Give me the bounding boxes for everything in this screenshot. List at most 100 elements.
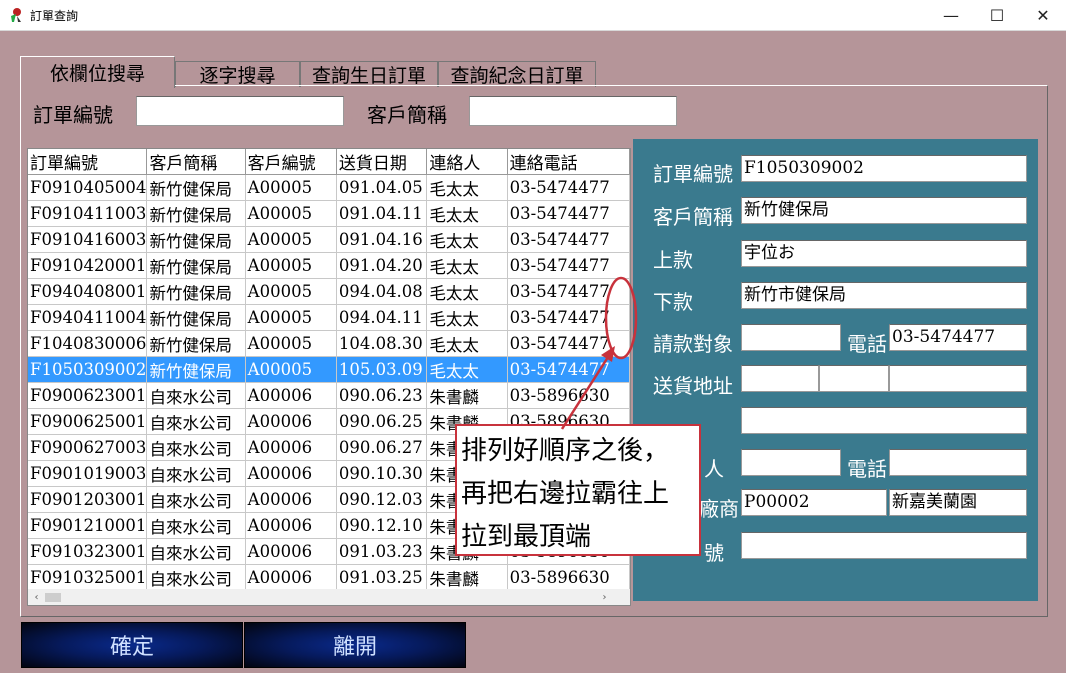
table-cell: 自來水公司 bbox=[146, 564, 246, 591]
table-row[interactable]: F1050309002 新竹健保局 A00005 105.03.09 毛太太 03-547… bbox=[28, 356, 630, 383]
table-cell: 毛太太 bbox=[426, 330, 508, 357]
grid-column-header[interactable]: 送貨日期 bbox=[336, 149, 428, 175]
table-cell: 090.10.30 bbox=[336, 460, 428, 487]
scroll-right-icon[interactable]: › bbox=[596, 589, 613, 605]
detail-upper-label: 上款 bbox=[653, 248, 693, 272]
maximize-button[interactable]: ☐ bbox=[974, 0, 1020, 31]
table-cell: 094.04.11 bbox=[336, 304, 428, 331]
table-cell: 091.04.05 bbox=[336, 174, 428, 201]
close-button[interactable]: ✕ bbox=[1020, 0, 1066, 31]
confirm-button[interactable]: 確定 bbox=[21, 622, 243, 668]
table-cell: 新竹健保局 bbox=[146, 278, 246, 305]
detail-upper-field[interactable]: 宇位お bbox=[741, 240, 1027, 267]
grid-column-header[interactable]: 訂單編號 bbox=[28, 149, 148, 175]
table-cell: A00005 bbox=[245, 304, 337, 331]
app-icon bbox=[11, 8, 21, 22]
table-cell: F0910325001 bbox=[28, 564, 148, 591]
detail-billing-field[interactable] bbox=[741, 324, 841, 351]
detail-lower-field[interactable]: 新竹市健保局 bbox=[741, 282, 1027, 309]
order-no-label: 訂單編號 bbox=[33, 103, 113, 127]
detail-number-field[interactable] bbox=[741, 532, 1027, 559]
detail-phone2-field[interactable] bbox=[889, 449, 1027, 476]
table-row[interactable]: F0910405004 新竹健保局 A00005 091.04.05 毛太太 03-547… bbox=[28, 174, 630, 201]
detail-address-field-2[interactable] bbox=[819, 365, 889, 392]
table-row[interactable]: F0910325001 自來水公司 A00006 091.03.25 朱書麟 03-589… bbox=[28, 564, 630, 591]
table-cell: 090.06.25 bbox=[336, 408, 428, 435]
table-cell: F1050309002 bbox=[28, 356, 148, 383]
table-cell: 091.04.16 bbox=[336, 226, 428, 253]
table-row[interactable]: F0900623001 自來水公司 A00006 090.06.23 朱書麟 03-589… bbox=[28, 382, 630, 409]
table-row[interactable]: F0940408001 新竹健保局 A00005 094.04.08 毛太太 03-547… bbox=[28, 278, 630, 305]
grid-column-header[interactable]: 客戶編號 bbox=[245, 149, 337, 175]
detail-vendor-code-field[interactable]: P00002 bbox=[741, 489, 887, 516]
detail-order-no-field[interactable]: F1050309002 bbox=[741, 155, 1027, 182]
detail-phone2-label: 電話 bbox=[847, 457, 887, 481]
table-row[interactable]: F0910411003 新竹健保局 A00005 091.04.11 毛太太 03-547… bbox=[28, 200, 630, 227]
minimize-icon: — bbox=[943, 6, 959, 25]
detail-vendor-name-field[interactable]: 新嘉美蘭園 bbox=[889, 489, 1027, 516]
order-no-search-input[interactable] bbox=[136, 96, 344, 126]
table-cell: A00006 bbox=[245, 434, 337, 461]
table-cell: 新竹健保局 bbox=[146, 226, 246, 253]
table-cell: 090.06.23 bbox=[336, 382, 428, 409]
tab-field-search[interactable]: 依欄位搜尋 bbox=[20, 56, 175, 88]
table-cell: 自來水公司 bbox=[146, 486, 246, 513]
horizontal-scrollbar-thumb[interactable] bbox=[45, 593, 61, 602]
detail-order-no-label: 訂單編號 bbox=[653, 162, 733, 186]
title-bar: 訂單查詢 — ☐ ✕ bbox=[0, 0, 1066, 31]
table-cell: 毛太太 bbox=[426, 174, 508, 201]
detail-contact-field[interactable] bbox=[741, 449, 841, 476]
table-cell: 03-5474477 bbox=[507, 174, 630, 201]
detail-customer-field[interactable]: 新竹健保局 bbox=[741, 197, 1027, 224]
table-cell: 毛太太 bbox=[426, 304, 508, 331]
table-row[interactable]: F1040830006 新竹健保局 A00005 104.08.30 毛太太 03-547… bbox=[28, 330, 630, 357]
grid-column-header[interactable]: 連絡人 bbox=[426, 149, 508, 175]
table-cell: 毛太太 bbox=[426, 252, 508, 279]
table-row[interactable]: F0910420001 新竹健保局 A00005 091.04.20 毛太太 03-547… bbox=[28, 252, 630, 279]
table-cell: 自來水公司 bbox=[146, 538, 246, 565]
grid-column-header[interactable]: 連絡電話 bbox=[507, 149, 630, 175]
detail-lower-label: 下款 bbox=[653, 290, 693, 314]
detail-customer-label: 客戶簡稱 bbox=[653, 205, 733, 229]
table-cell: 03-5474477 bbox=[507, 304, 630, 331]
table-cell: A00006 bbox=[245, 564, 337, 591]
table-cell: 毛太太 bbox=[426, 200, 508, 227]
detail-address-field-1[interactable] bbox=[741, 365, 819, 392]
table-cell: 090.12.10 bbox=[336, 512, 428, 539]
tab-text-search[interactable]: 逐字搜尋 bbox=[175, 61, 300, 87]
table-cell: F0910420001 bbox=[28, 252, 148, 279]
table-cell: F0910416003 bbox=[28, 226, 148, 253]
tab-birthday-orders[interactable]: 查詢生日訂單 bbox=[300, 61, 438, 87]
table-row[interactable]: F0940411004 新竹健保局 A00005 094.04.11 毛太太 03-547… bbox=[28, 304, 630, 331]
grid-column-header[interactable]: 客戶簡稱 bbox=[146, 149, 246, 175]
table-cell: 03-5474477 bbox=[507, 200, 630, 227]
customer-search-input[interactable] bbox=[469, 96, 677, 126]
table-cell: 03-5896630 bbox=[507, 564, 630, 591]
table-row[interactable]: F0910416003 新竹健保局 A00005 091.04.16 毛太太 03-547… bbox=[28, 226, 630, 253]
table-cell: A00006 bbox=[245, 408, 337, 435]
tab-anniversary-orders[interactable]: 查詢紀念日訂單 bbox=[438, 61, 596, 87]
horizontal-scrollbar[interactable]: ‹ › bbox=[28, 589, 630, 605]
table-cell: 105.03.09 bbox=[336, 356, 428, 383]
table-cell: 新竹健保局 bbox=[146, 252, 246, 279]
detail-contact-label: 人 bbox=[704, 457, 724, 481]
table-cell: 03-5474477 bbox=[507, 356, 630, 383]
table-cell: 104.08.30 bbox=[336, 330, 428, 357]
minimize-button[interactable]: — bbox=[928, 0, 974, 31]
detail-address-field-3[interactable] bbox=[889, 365, 1027, 392]
detail-number-label: 號 bbox=[704, 541, 724, 565]
table-cell: F0910411003 bbox=[28, 200, 148, 227]
table-cell: A00005 bbox=[245, 330, 337, 357]
table-cell: 03-5474477 bbox=[507, 226, 630, 253]
table-cell: 自來水公司 bbox=[146, 382, 246, 409]
exit-button[interactable]: 離開 bbox=[244, 622, 466, 668]
detail-phone-field[interactable]: 03-5474477 bbox=[889, 324, 1027, 351]
table-cell: A00006 bbox=[245, 538, 337, 565]
scroll-left-icon[interactable]: ‹ bbox=[28, 589, 45, 605]
table-cell: 毛太太 bbox=[426, 278, 508, 305]
table-cell: 新竹健保局 bbox=[146, 304, 246, 331]
detail-address-line2-field[interactable] bbox=[741, 407, 1027, 434]
table-cell: A00005 bbox=[245, 278, 337, 305]
table-cell: 新竹健保局 bbox=[146, 200, 246, 227]
detail-vendor-label: 廠商 bbox=[699, 497, 739, 521]
